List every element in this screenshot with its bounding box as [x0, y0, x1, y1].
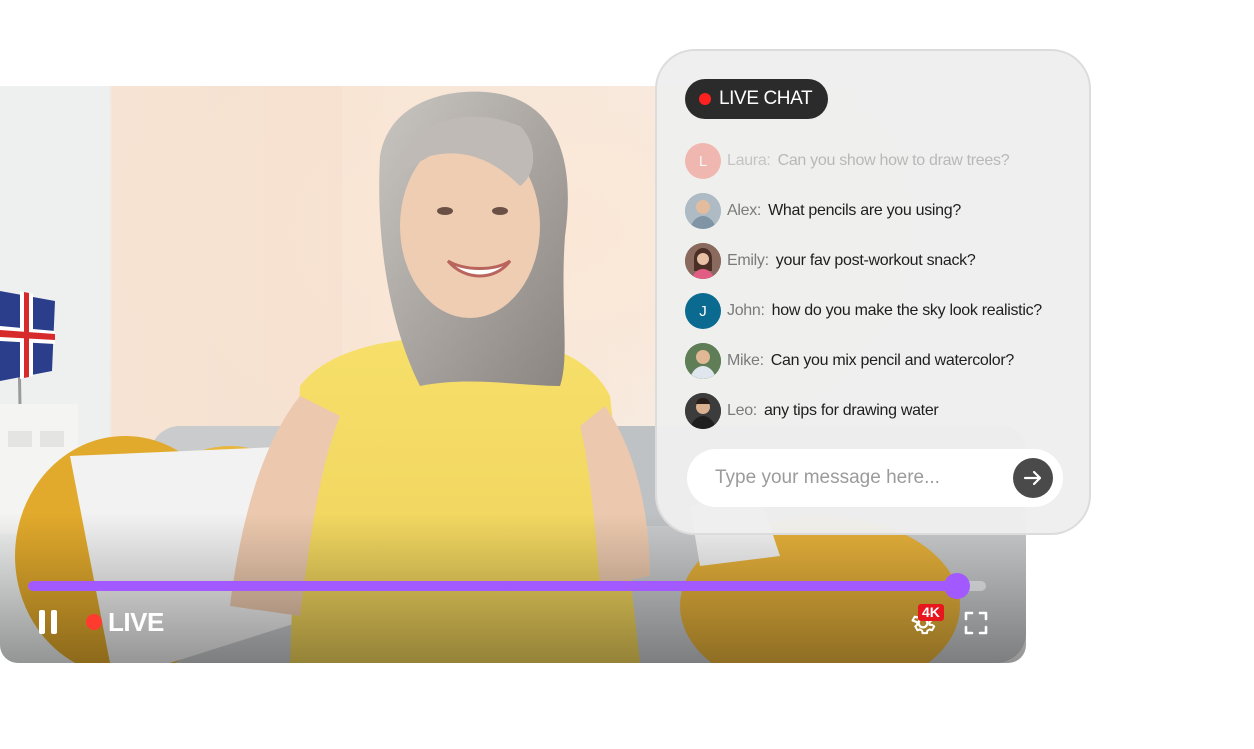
chat-message-input[interactable]	[687, 449, 1007, 507]
chat-message-author: John:	[727, 302, 765, 319]
fullscreen-button[interactable]	[963, 610, 989, 636]
avatar	[685, 193, 721, 229]
chat-message-text: What pencils are you using?	[768, 202, 961, 219]
live-chat-title: LIVE CHAT	[719, 88, 813, 109]
chat-message-author: Mike:	[727, 352, 764, 369]
quality-badge: 4K	[918, 604, 944, 621]
chat-message: Leo: any tips for drawing water	[685, 393, 1075, 429]
live-dot	[699, 93, 711, 105]
pause-icon	[39, 610, 57, 634]
chat-message: L Laura: Can you show how to draw trees?	[685, 143, 1075, 179]
avatar: L	[685, 143, 721, 179]
progress-bar[interactable]	[28, 573, 986, 599]
live-indicator: LIVE	[86, 606, 164, 638]
chat-message: J John: how do you make the sky look reali…	[685, 293, 1075, 329]
chat-message-author: Emily:	[727, 252, 769, 269]
pause-button[interactable]	[36, 608, 64, 636]
chat-message-text: Can you show how to draw trees?	[777, 152, 1010, 169]
chat-message-author: Alex:	[727, 202, 762, 219]
chat-message-text: your fav post-workout snack?	[775, 252, 976, 269]
avatar	[685, 343, 721, 379]
chat-message-text: Can you mix pencil and watercolor?	[770, 352, 1015, 369]
avatar	[685, 393, 721, 429]
chat-message-author: Leo:	[727, 402, 757, 419]
live-dot	[86, 614, 102, 630]
live-chat-header: LIVE CHAT	[685, 79, 829, 119]
avatar: J	[685, 293, 721, 329]
fullscreen-icon	[964, 611, 988, 635]
chat-message-text: how do you make the sky look realistic?	[771, 302, 1043, 319]
live-label: LIVE	[108, 606, 164, 637]
chat-input-container	[687, 449, 1063, 507]
arrow-right-icon	[1023, 470, 1042, 486]
chat-message-text: any tips for drawing water	[763, 402, 939, 419]
progress-fill	[28, 581, 958, 591]
chat-message: Alex: What pencils are you using?	[685, 193, 1075, 229]
send-button[interactable]	[1013, 458, 1053, 498]
chat-message: Mike: Can you mix pencil and watercolor?	[685, 343, 1075, 379]
avatar	[685, 243, 721, 279]
chat-message-author: Laura:	[727, 152, 771, 169]
chat-message-list: L Laura: Can you show how to draw trees? Al…	[685, 143, 1075, 443]
chat-message: Emily: your fav post-workout snack?	[685, 243, 1075, 279]
live-chat-panel: LIVE CHAT L Laura: Can you show how to dra…	[655, 49, 1091, 535]
